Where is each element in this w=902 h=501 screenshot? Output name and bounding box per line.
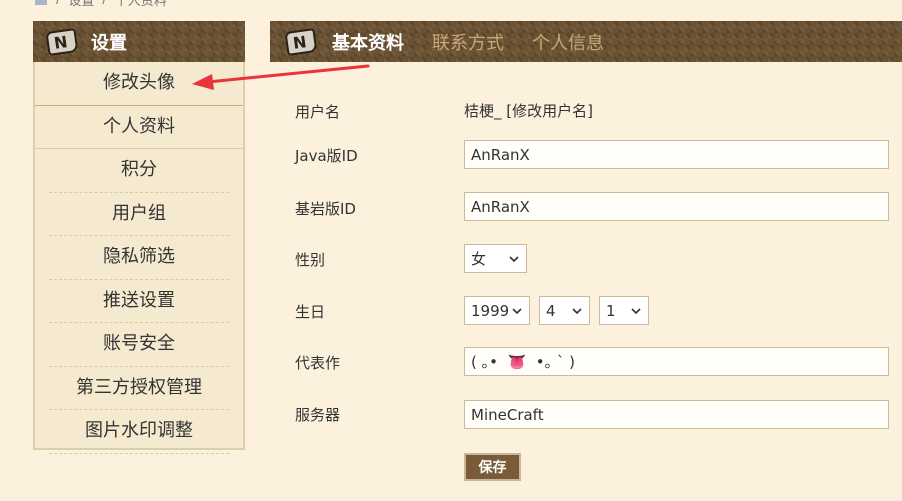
- profile-tabs: N 基本资料 联系方式 个人信息: [270, 21, 902, 62]
- java-id-label: Java版ID: [295, 147, 358, 165]
- sidebar-item-points[interactable]: 积分: [49, 149, 229, 193]
- sidebar-item-usergroup[interactable]: 用户组: [49, 193, 229, 236]
- sidebar-item-notifications[interactable]: 推送设置: [49, 280, 229, 323]
- sidebar-item-watermark[interactable]: 图片水印调整: [49, 410, 229, 454]
- breadcrumb-separator: /: [56, 0, 60, 7]
- birthday-month-select[interactable]: 4: [539, 296, 590, 325]
- forum-logo-icon: N: [284, 27, 318, 57]
- server-label: 服务器: [295, 406, 341, 424]
- java-id-input[interactable]: [464, 140, 889, 169]
- sidebar-header: N 设置: [33, 21, 245, 62]
- server-input[interactable]: [464, 400, 889, 429]
- username-value[interactable]: 桔梗_ [修改用户名]: [464, 100, 593, 121]
- home-icon[interactable]: [34, 0, 48, 5]
- masterpiece-input[interactable]: [464, 347, 889, 376]
- bedrock-id-input[interactable]: [464, 192, 889, 221]
- birthday-day-select[interactable]: 1: [599, 296, 649, 325]
- save-button[interactable]: 保存: [464, 453, 521, 481]
- birthday-label: 生日: [295, 303, 326, 321]
- birthday-year-select[interactable]: 1999: [464, 296, 530, 325]
- birthday-day-value: 1: [606, 301, 616, 320]
- forum-logo-icon: N: [45, 27, 79, 57]
- sidebar-item-profile[interactable]: 个人资料: [35, 106, 243, 149]
- breadcrumb-separator: /: [102, 0, 106, 7]
- tab-contact[interactable]: 联系方式: [432, 29, 504, 55]
- chevron-down-icon: [631, 308, 641, 315]
- tab-personal-info[interactable]: 个人信息: [532, 29, 604, 55]
- breadcrumb-item-settings[interactable]: 设置: [68, 0, 94, 9]
- sidebar-item-account-security[interactable]: 账号安全: [49, 323, 229, 367]
- sidebar-item-change-avatar[interactable]: 修改头像: [35, 62, 243, 106]
- birthday-month-value: 4: [546, 301, 556, 320]
- bedrock-id-label: 基岩版ID: [295, 200, 356, 218]
- chevron-down-icon: [572, 308, 582, 315]
- gender-select-value: 女: [471, 250, 487, 268]
- username-label: 用户名: [295, 103, 341, 121]
- gender-select[interactable]: 女: [464, 244, 527, 273]
- birthday-year-value: 1999: [471, 301, 510, 320]
- chevron-down-icon: [512, 308, 522, 315]
- chevron-down-icon: [509, 256, 519, 263]
- breadcrumb-item-profile: 个人资料: [114, 0, 167, 9]
- sidebar-item-privacy[interactable]: 隐私筛选: [49, 236, 229, 280]
- sidebar-item-third-party-auth[interactable]: 第三方授权管理: [49, 367, 229, 410]
- masterpiece-label: 代表作: [295, 354, 341, 372]
- settings-sidebar: N 设置 修改头像 个人资料 积分 用户组 隐私筛选 推送设置 账号安全 第三方…: [33, 21, 245, 454]
- tab-basic-info[interactable]: 基本资料: [332, 29, 404, 55]
- settings-menu: 修改头像 个人资料 积分 用户组 隐私筛选 推送设置 账号安全 第三方授权管理 …: [35, 62, 243, 454]
- breadcrumb: / 设置 / 个人资料: [34, 0, 167, 9]
- gender-label: 性别: [295, 251, 326, 269]
- sidebar-title: 设置: [91, 32, 127, 54]
